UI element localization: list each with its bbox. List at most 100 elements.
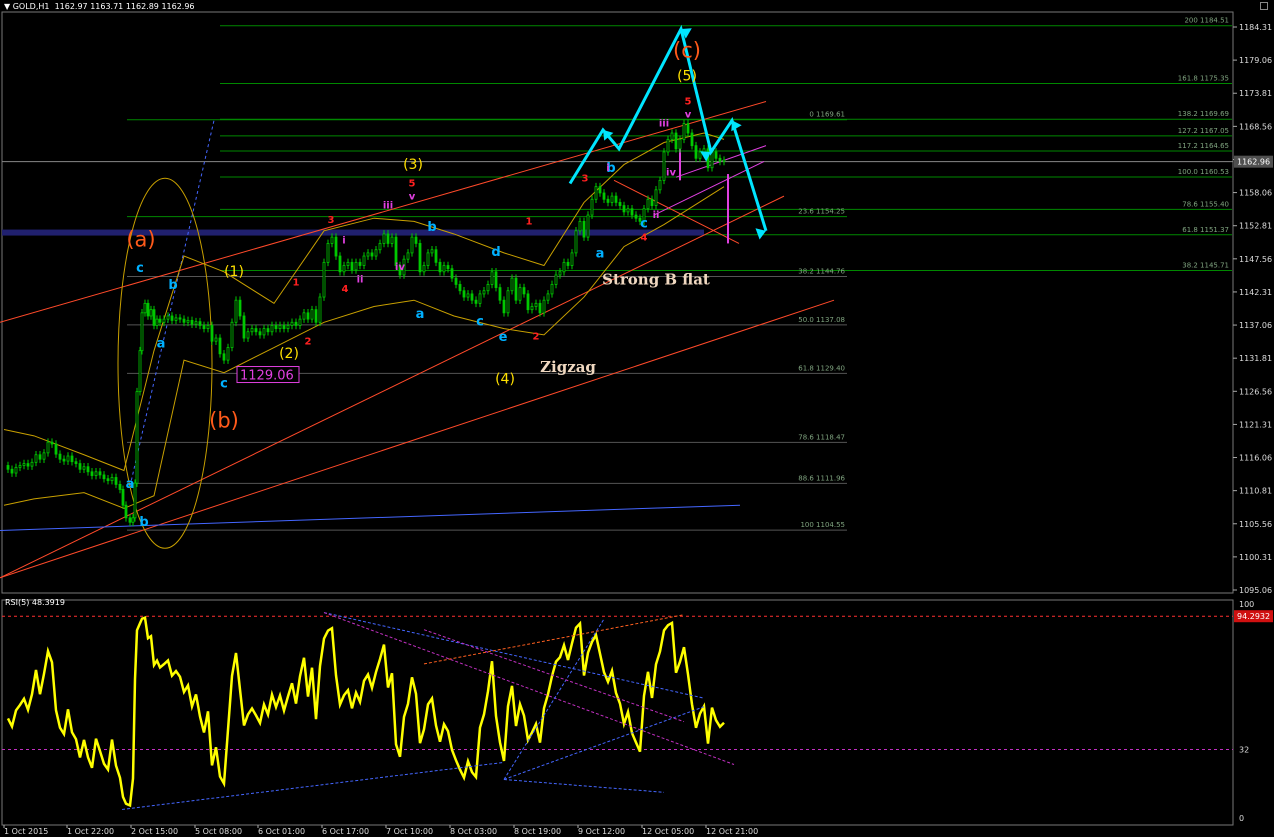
rsi-axis-label: 32 [1239, 746, 1249, 755]
candle [422, 265, 426, 273]
candle [550, 284, 554, 295]
candle [574, 230, 578, 254]
candle [34, 454, 38, 463]
wave-label: b [139, 515, 148, 530]
price-axis: 1184.311179.061173.811168.561163.311158.… [1233, 23, 1272, 595]
fib-level-label: 117.2 1164.65 [1178, 142, 1229, 150]
candle [66, 455, 70, 462]
candle [498, 287, 502, 301]
candle [70, 455, 74, 463]
candle [622, 205, 626, 213]
upper-band [3, 132, 725, 472]
current-price-label: 1162.96 [1237, 158, 1270, 167]
candle [250, 328, 254, 333]
candle [78, 463, 82, 470]
wave-label: 1 [526, 217, 533, 228]
candle [710, 151, 714, 169]
time-axis-label: 6 Oct 01:00 [258, 827, 305, 836]
wave-label: d [491, 245, 500, 260]
window-corner-icon[interactable] [1260, 2, 1268, 10]
candle [138, 350, 142, 393]
fib-level-label: 38.2 1144.76 [798, 267, 845, 275]
price-axis-label: 1179.06 [1239, 56, 1272, 65]
candle [102, 474, 106, 480]
lower-channel-line [0, 195, 785, 579]
chart-root[interactable]: 1184.311179.061173.811168.561163.311158.… [0, 0, 1274, 837]
candle [454, 277, 458, 285]
rsi-title: RSI(5) 48.3919 [5, 598, 65, 607]
candle [546, 293, 550, 301]
wave-label: 5 [409, 179, 416, 190]
wave-label: c [640, 217, 648, 232]
candle [678, 138, 682, 150]
candle [14, 466, 18, 474]
candle [254, 328, 258, 333]
candle [682, 123, 686, 140]
candle [522, 287, 526, 295]
dotted-projection-line [129, 120, 215, 487]
candle [106, 478, 110, 482]
time-axis-label: 8 Oct 19:00 [514, 827, 561, 836]
candle [18, 465, 22, 468]
wave-label: (c) [673, 38, 701, 62]
candle [158, 318, 162, 323]
wave-label: a [416, 307, 425, 322]
candle [26, 463, 30, 467]
wave-label: i [606, 163, 609, 174]
fib-level-label: 161.8 1175.35 [1178, 75, 1229, 83]
main-chart-svg[interactable]: 1184.311179.061173.811168.561163.311158.… [0, 0, 1274, 837]
fib-level-label: 88.6 1111.96 [798, 474, 845, 482]
symbol-dropdown-icon[interactable]: ▼ [4, 2, 10, 11]
candle [406, 252, 410, 260]
price-axis-label: 1152.81 [1239, 222, 1272, 231]
candle [478, 293, 482, 304]
candle [506, 290, 510, 314]
wave-label: v [409, 191, 416, 202]
candle [38, 454, 42, 460]
wave-label: i [342, 235, 345, 246]
candle [426, 252, 430, 266]
wave-label: ii [653, 210, 660, 221]
candle [358, 261, 362, 266]
candle [178, 317, 182, 320]
candle [650, 198, 654, 206]
candle [510, 277, 514, 292]
candle [82, 466, 86, 470]
fib-level-label: 100 1104.55 [800, 521, 845, 529]
candle [370, 252, 374, 257]
rsi-header: RSI(5) 48.3919 [5, 598, 65, 607]
candle [354, 261, 358, 271]
candle [450, 268, 454, 279]
candle [121, 489, 125, 506]
rsi-overbought-label: 94.2932 [1237, 612, 1270, 621]
rsi-trend-line [503, 618, 605, 780]
candle [718, 157, 722, 162]
candle [238, 299, 242, 317]
candle [630, 208, 634, 216]
candle [58, 453, 62, 460]
candle [658, 179, 662, 191]
candle [466, 293, 470, 298]
price-axis-label: 1126.56 [1239, 387, 1272, 396]
candle [414, 236, 418, 244]
candle [382, 233, 386, 244]
candle [182, 318, 186, 323]
candle [10, 468, 14, 474]
time-axis-label: 7 Oct 10:00 [386, 827, 433, 836]
price-axis-label: 1116.06 [1239, 454, 1272, 463]
candle [462, 290, 466, 298]
time-axis: 1 Oct 2015 1 Oct 22:00 2 Oct 15:00 5 Oct 08… [3, 825, 758, 836]
candle [110, 477, 114, 482]
wave-label: a [157, 337, 166, 352]
candle [698, 151, 702, 159]
candle [570, 252, 574, 266]
fib-level-label: 127.2 1167.05 [1178, 127, 1229, 135]
wave-label: 2 [533, 331, 540, 342]
candle [198, 321, 202, 326]
candle [274, 325, 278, 329]
candle [222, 353, 226, 361]
wave-label: iv [666, 167, 676, 178]
price-axis-label: 1095.06 [1239, 586, 1272, 595]
time-axis-label: 9 Oct 12:00 [578, 827, 625, 836]
candle [294, 321, 298, 326]
